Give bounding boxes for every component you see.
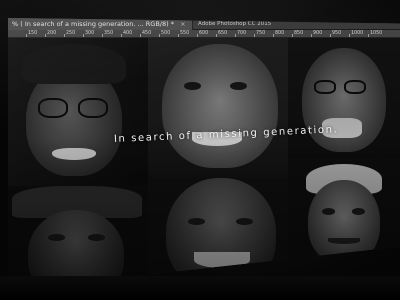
ruler-tick-mark xyxy=(368,34,369,37)
ruler-tick-mark xyxy=(235,34,236,37)
title-bar: % ( In search of a missing generation. .… xyxy=(8,18,400,30)
horizontal-ruler[interactable]: 150 200 250 300 350 400 450 500 550 600 650 700 750 8… xyxy=(8,30,400,38)
app-title: Adobe Photoshop CC 2015 xyxy=(198,21,272,27)
ruler-tick-label: 300 xyxy=(85,31,95,36)
ruler-tick-mark xyxy=(140,34,141,37)
document-tab-prefix: % ( xyxy=(12,20,23,28)
ruler-tick-mark xyxy=(273,34,274,37)
ruler-tick-label: 350 xyxy=(104,31,114,36)
ruler-tick-label: 650 xyxy=(218,31,228,36)
photoshop-window: % ( In search of a missing generation. .… xyxy=(8,18,400,290)
ruler-tick-mark xyxy=(330,34,331,37)
canvas-dim-overlay xyxy=(8,38,400,290)
ruler-tick-mark xyxy=(311,34,312,37)
photo-background: % ( In search of a missing generation. .… xyxy=(0,0,400,300)
ruler-tick-label: 450 xyxy=(142,31,152,36)
ruler-tick-label: 550 xyxy=(180,31,190,36)
close-icon[interactable]: × xyxy=(180,20,185,28)
ruler-tick-label: 850 xyxy=(294,31,304,36)
ruler-tick-mark xyxy=(292,34,293,37)
ruler-tick-mark xyxy=(254,34,255,37)
ruler-tick-mark xyxy=(45,34,46,37)
ruler-tick-label: 250 xyxy=(66,31,76,36)
ruler-tick-mark xyxy=(216,34,217,37)
ruler-tick-label: 950 xyxy=(332,31,342,36)
ruler-tick-mark xyxy=(64,34,65,37)
ruler-tick-mark xyxy=(178,34,179,37)
ruler-tick-label: 200 xyxy=(47,31,57,36)
ruler-tick-mark xyxy=(26,34,27,37)
monitor-bezel-bottom xyxy=(0,276,400,300)
ruler-tick-mark xyxy=(159,34,160,37)
ruler-tick-mark xyxy=(102,34,103,37)
ruler-tick-label: 400 xyxy=(123,31,133,36)
ruler-tick-label: 700 xyxy=(237,31,247,36)
ruler-tick-mark xyxy=(197,34,198,37)
ruler-tick-label: 750 xyxy=(256,31,266,36)
ruler-tick-label: 600 xyxy=(199,31,209,36)
document-tab-title: In search of a missing generation. xyxy=(24,20,136,28)
ruler-tick-label: 900 xyxy=(313,31,323,36)
ruler-tick-label: 1000 xyxy=(351,31,364,36)
monitor-screen: % ( In search of a missing generation. .… xyxy=(0,0,400,300)
ruler-tick-mark xyxy=(121,34,122,37)
ruler-tick-mark xyxy=(83,34,84,37)
document-tab[interactable]: % ( In search of a missing generation. .… xyxy=(8,18,193,30)
ruler-tick-label: 150 xyxy=(28,31,38,36)
ruler-tick-mark xyxy=(349,34,350,37)
ruler-tick-label: 800 xyxy=(275,31,285,36)
ruler-tick-label: 500 xyxy=(161,31,171,36)
ruler-tick-label: 1050 xyxy=(370,31,383,36)
document-canvas[interactable] xyxy=(8,38,400,290)
document-tab-mode: ... RGB/8) * xyxy=(137,20,174,28)
